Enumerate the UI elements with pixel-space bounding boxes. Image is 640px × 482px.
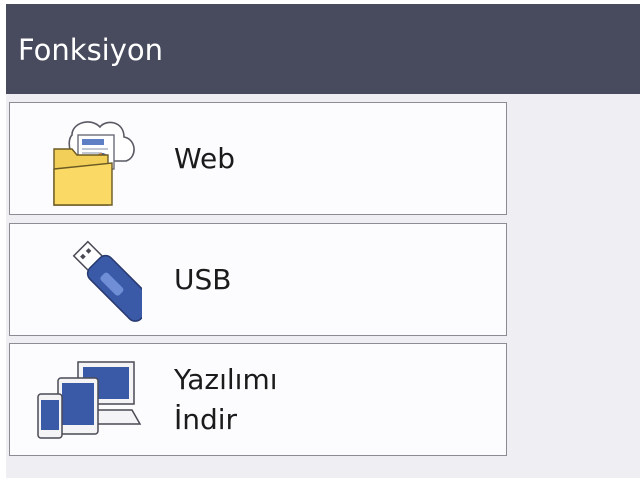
usb-drive-icon [72, 240, 142, 322]
devices-download-icon [37, 361, 142, 439]
usb-button-label: USB [174, 263, 232, 296]
web-folder-cloud-icon [53, 121, 135, 206]
web-button[interactable]: Web [9, 102, 507, 215]
header-bar: Fonksiyon [6, 4, 640, 94]
download-software-label-line1: Yazılımı [174, 363, 278, 396]
page-title: Fonksiyon [18, 33, 164, 67]
download-software-button-label: Yazılımı İndir [174, 360, 278, 440]
usb-button[interactable]: USB [9, 223, 507, 336]
web-button-label: Web [174, 142, 236, 175]
function-screen: Fonksiyon Web USB Yazılımı İndir [0, 0, 640, 482]
download-software-button[interactable]: Yazılımı İndir [9, 343, 507, 456]
download-software-label-line2: İndir [174, 403, 238, 436]
menu-area: Web USB Yazılımı İndir [6, 94, 640, 478]
